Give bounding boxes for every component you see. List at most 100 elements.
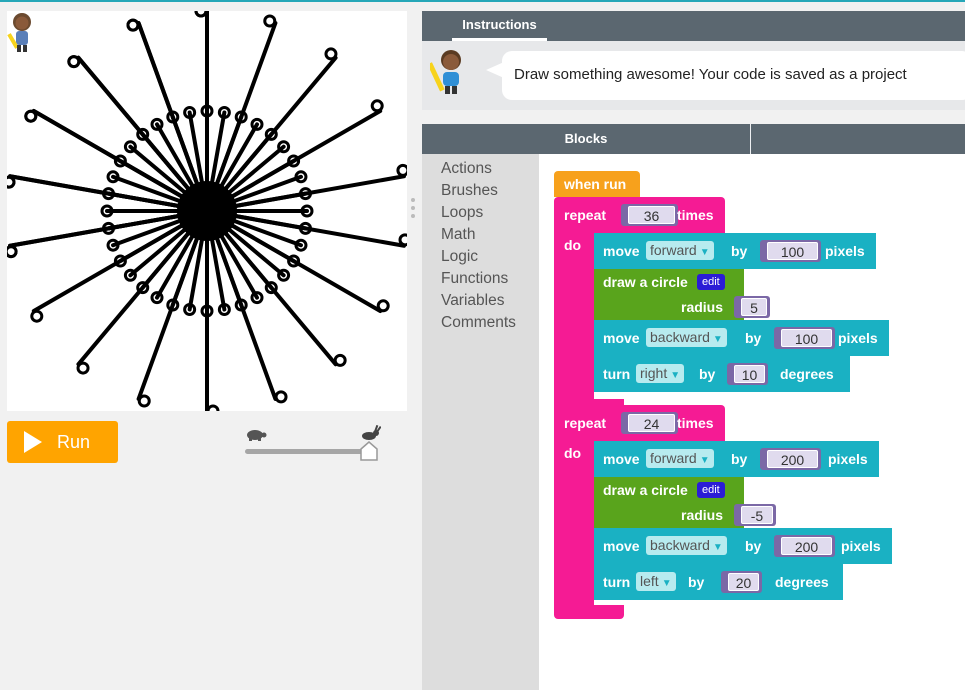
draw-circle-label: draw a circle <box>603 482 688 498</box>
toolbox-category-actions[interactable]: Actions <box>422 158 539 180</box>
toolbox-category-loops[interactable]: Loops <box>422 202 539 224</box>
outer-spoke-circle <box>206 404 220 411</box>
by-label: by <box>745 538 762 554</box>
when-run-label: when run <box>564 176 627 192</box>
drawing-canvas <box>7 11 407 411</box>
instruction-text: Draw something awesome! Your code is sav… <box>502 51 965 100</box>
toolbox-category-functions[interactable]: Functions <box>422 268 539 290</box>
edit-function-button[interactable]: edit <box>697 482 725 498</box>
move-backward-block-1[interactable]: move backward ▼ by 100 pixels <box>594 320 889 356</box>
speed-thumb[interactable] <box>360 441 378 461</box>
toolbox-category-brushes[interactable]: Brushes <box>422 180 539 202</box>
pixels-label: pixels <box>828 451 868 467</box>
outer-spoke-circle <box>24 109 38 123</box>
center-hub <box>177 181 237 241</box>
direction-dropdown[interactable]: backward ▼ <box>646 328 727 347</box>
outer-spoke-circle <box>7 245 18 259</box>
when-run-block[interactable]: when run <box>554 171 640 197</box>
blocks-title: Blocks <box>564 131 608 146</box>
repeat-block-2[interactable]: repeat 24 times <box>554 405 725 441</box>
distance-input[interactable]: 200 <box>760 448 821 470</box>
repeat-block-2-foot <box>554 605 624 619</box>
do-label: do <box>564 237 582 253</box>
outer-spoke-circle <box>194 11 208 18</box>
repeat-count-input[interactable]: 24 <box>621 412 678 434</box>
do-label: do <box>564 445 582 461</box>
pixels-label: pixels <box>841 538 881 554</box>
degrees-label: degrees <box>775 574 829 590</box>
radius-label: radius <box>681 507 724 523</box>
draw-circle-label: draw a circle <box>603 274 688 290</box>
move-forward-block-2[interactable]: move forward ▼ by 200 pixels <box>594 441 879 477</box>
pixels-label: pixels <box>825 243 865 259</box>
pane-resize-handle[interactable] <box>411 198 417 228</box>
outer-spoke-circle <box>376 299 390 313</box>
toolbox-category-comments[interactable]: Comments <box>422 312 539 334</box>
radius-input[interactable]: -5 <box>734 504 776 526</box>
degrees-input[interactable]: 10 <box>727 363 768 385</box>
drawing-svg <box>7 11 407 411</box>
times-label: times <box>677 207 714 223</box>
move-backward-block-2[interactable]: move backward ▼ by 200 pixels <box>594 528 892 564</box>
repeat-label: repeat <box>564 207 607 223</box>
move-forward-block-1[interactable]: move forward ▼ by 100 pixels <box>594 233 876 269</box>
toolbox-category-math[interactable]: Math <box>422 224 539 246</box>
degrees-label: degrees <box>780 366 834 382</box>
outer-spoke-circle <box>126 18 140 32</box>
outer-spoke-circle <box>370 99 384 113</box>
outer-spoke-circle <box>137 394 151 408</box>
by-label: by <box>731 243 748 259</box>
distance-input[interactable]: 100 <box>774 327 835 349</box>
outer-spoke-circle <box>30 309 44 323</box>
outer-spoke-circle <box>76 361 90 375</box>
play-icon <box>24 431 42 453</box>
degrees-input[interactable]: 20 <box>721 571 762 593</box>
turn-direction-dropdown[interactable]: left ▼ <box>636 572 676 591</box>
blocks-workspace[interactable]: when run repeat 36 times do move forward… <box>539 154 965 690</box>
top-accent-bar <box>0 0 965 2</box>
direction-dropdown[interactable]: backward ▼ <box>646 536 727 555</box>
radius-input[interactable]: 5 <box>734 296 770 318</box>
turn-left-block[interactable]: turn left ▼ by 20 degrees <box>594 564 843 600</box>
toolbox-category-logic[interactable]: Logic <box>422 246 539 268</box>
outer-spoke-circle <box>7 175 16 189</box>
pixels-label: pixels <box>838 330 878 346</box>
by-label: by <box>699 366 716 382</box>
draw-circle-block-1[interactable]: draw a circle edit radius 5 <box>594 269 770 320</box>
repeat-block-1[interactable]: repeat 36 times <box>554 197 725 233</box>
outer-spoke-circle <box>274 390 288 404</box>
repeat-block-2-spine: do <box>554 441 594 605</box>
run-button-label: Run <box>57 431 91 452</box>
turn-direction-dropdown[interactable]: right ▼ <box>636 364 685 383</box>
by-label: by <box>745 330 762 346</box>
tortoise-icon <box>247 430 267 441</box>
by-label: by <box>688 574 705 590</box>
direction-dropdown[interactable]: forward ▼ <box>646 449 714 468</box>
artist-character-icon <box>7 13 31 52</box>
move-label: move <box>603 538 640 554</box>
outer-spoke-circle <box>398 233 407 247</box>
edit-function-button[interactable]: edit <box>697 274 725 290</box>
toolbox-category-variables[interactable]: Variables <box>422 290 539 312</box>
speed-slider[interactable] <box>243 425 383 465</box>
tab-instructions[interactable]: Instructions <box>452 11 547 41</box>
distance-input[interactable]: 100 <box>760 240 821 262</box>
repeat-label: repeat <box>564 415 607 431</box>
draw-circle-block-2[interactable]: draw a circle edit radius -5 <box>594 477 776 528</box>
move-label: move <box>603 243 640 259</box>
outer-spoke-circle <box>324 47 338 61</box>
outer-spoke-circle <box>396 163 407 177</box>
turn-label: turn <box>603 366 631 382</box>
run-button[interactable]: Run <box>7 421 118 463</box>
repeat-count-input[interactable]: 36 <box>621 204 678 226</box>
turn-right-block[interactable]: turn right ▼ by 10 degrees <box>594 356 850 392</box>
distance-input[interactable]: 200 <box>774 535 835 557</box>
move-label: move <box>603 451 640 467</box>
direction-dropdown[interactable]: forward ▼ <box>646 241 714 260</box>
turn-label: turn <box>603 574 631 590</box>
radius-label: radius <box>681 299 724 315</box>
move-label: move <box>603 330 640 346</box>
outer-spoke-circle <box>67 55 81 69</box>
speed-track[interactable] <box>245 449 373 454</box>
toolbox: Actions Brushes Loops Math Logic Functio… <box>422 154 539 690</box>
